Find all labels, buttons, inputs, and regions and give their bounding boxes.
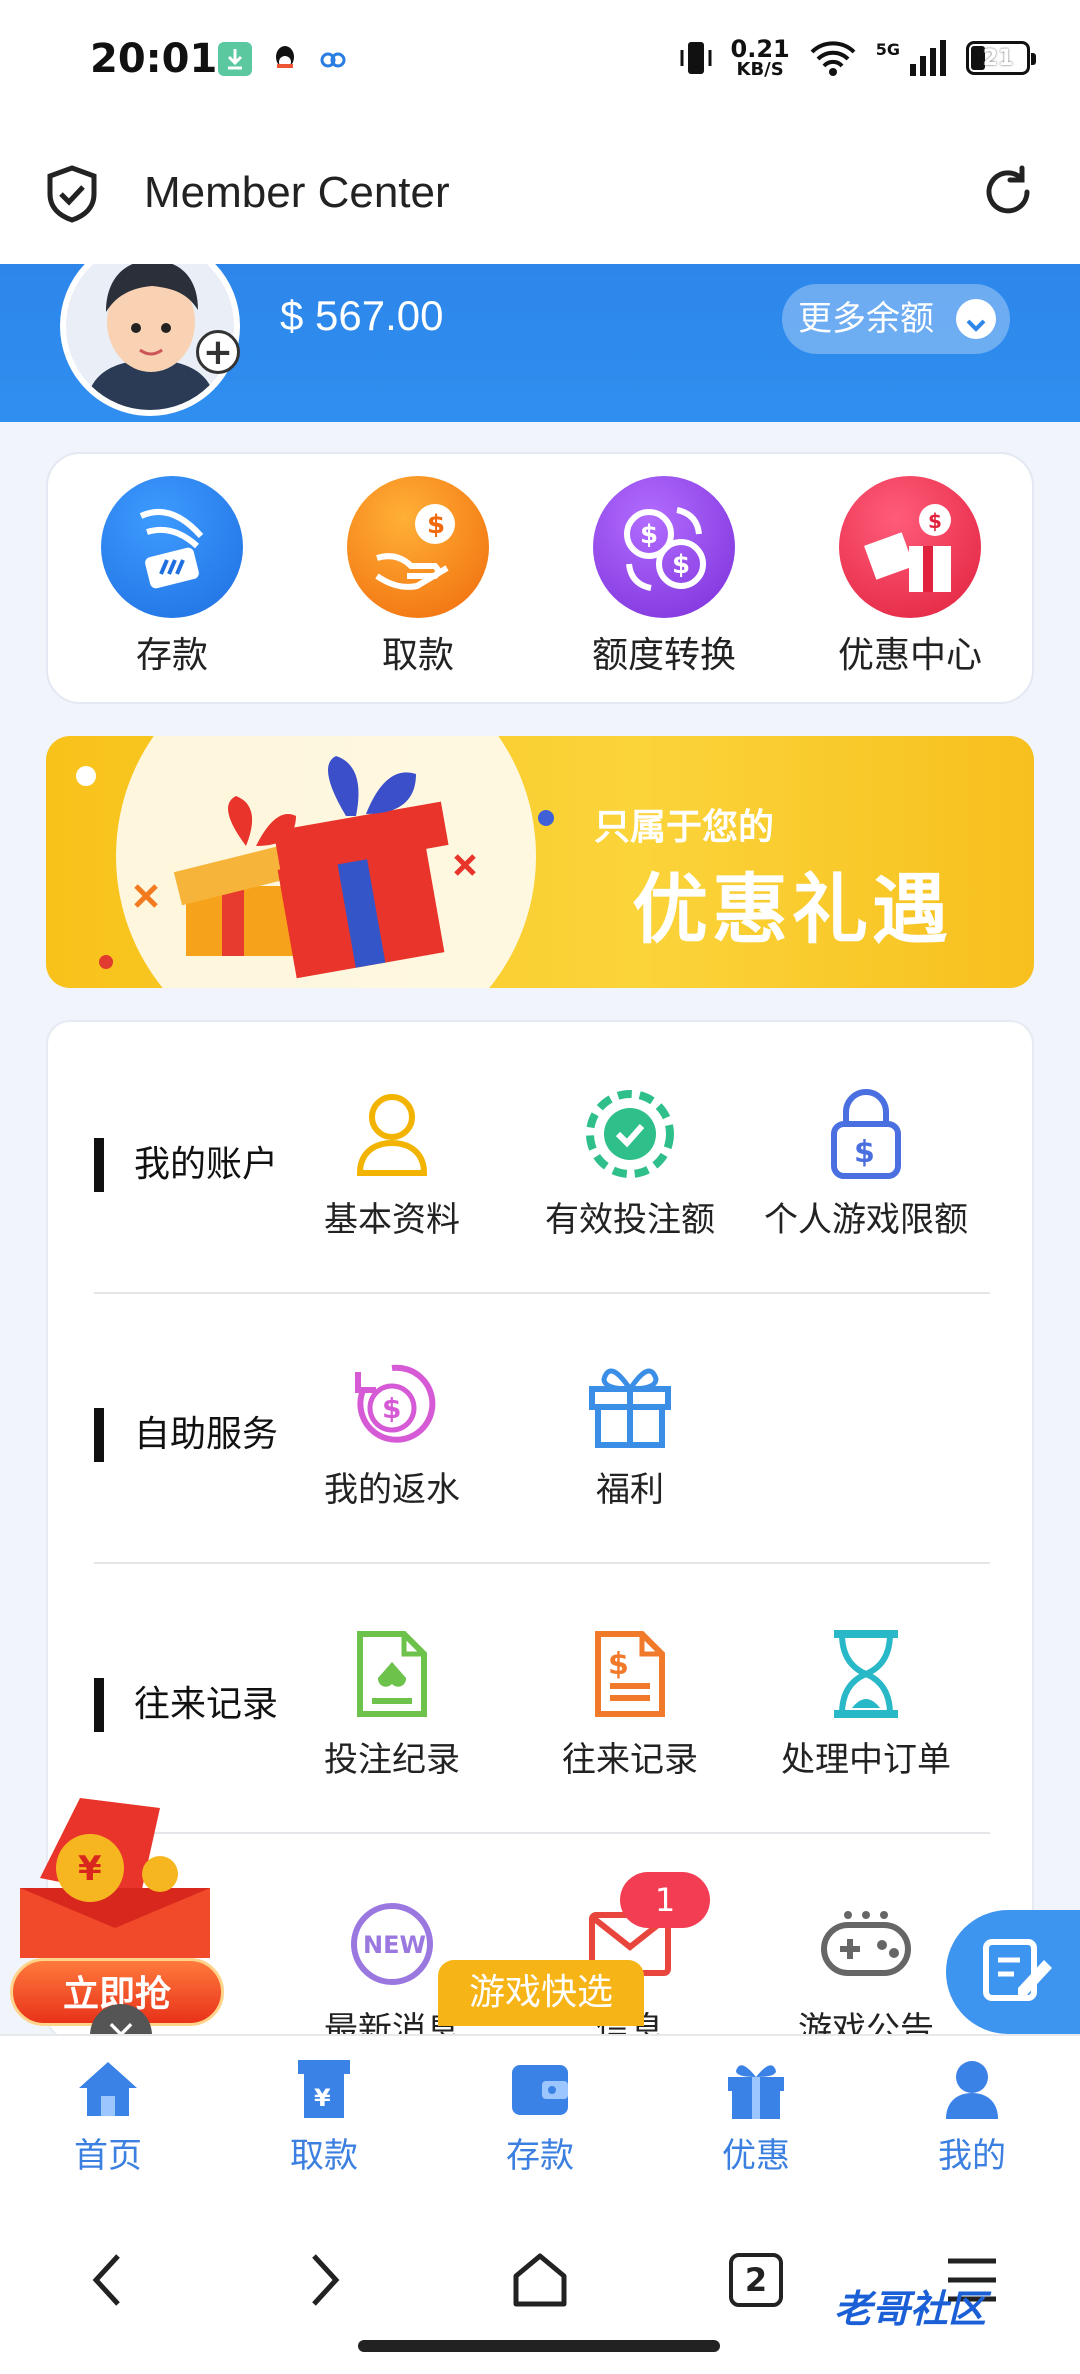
svg-text:NEW: NEW [363,1931,426,1959]
user-icon [892,2054,1052,2124]
svg-text:¥: ¥ [78,1849,102,1889]
nav-profile[interactable]: 我的 [892,2054,1052,2177]
back-button[interactable] [48,2230,168,2330]
page-title: Member Center [144,168,450,217]
section-my-account: 我的账户 基本资料 有效投注额 $ 个人游戏限额 [48,1022,1032,1292]
qq-icon [268,42,302,76]
more-balance-label: 更多余额 [798,299,934,339]
game-quick-select-button[interactable]: 游戏快选 [438,1960,644,2026]
edit-icon [983,1939,1052,2001]
gift-coin-icon: $ [839,476,981,618]
watermark-logo: 老哥社区 [834,2287,987,2331]
transfer-action[interactable]: $ $ 额度转换 [564,476,764,678]
game-limit-item[interactable]: $ 个人游戏限额 [748,1086,984,1241]
lock-dollar-icon: $ [748,1086,984,1182]
nav-home[interactable]: 首页 [28,2054,188,2177]
transaction-record-item[interactable]: $ 往来记录 [512,1626,748,1781]
withdraw-action[interactable]: $ 取款 [318,476,518,678]
status-bar: 20:01 0.21 KB/S 5G 21 [0,0,1080,120]
svg-text:$: $ [854,1135,875,1170]
svg-text:$: $ [672,550,690,580]
home-outline-icon [513,2253,567,2307]
shield-check-icon[interactable] [44,164,100,224]
chevron-right-icon [312,2254,340,2306]
gift-box-illustration [76,736,554,988]
cloud-sync-icon [316,42,350,76]
nav-deposit[interactable]: 存款 [460,2054,620,2177]
svg-text:$: $ [640,520,658,550]
banner-title: 优惠礼遇 [632,865,952,954]
unread-badge: 1 [620,1872,710,1928]
promo-banner[interactable]: 只属于您的 优惠礼遇 [46,736,1034,988]
wifi-icon [810,41,856,76]
chip-check-icon [512,1086,748,1182]
more-balance-button[interactable]: 更多余额 [782,284,1010,354]
chevron-down-icon [956,299,996,339]
tabs-button[interactable]: 2 [696,2230,816,2330]
deposit-hand-icon [101,476,243,618]
user-icon [274,1086,510,1182]
red-packet-promo[interactable]: ¥ 立即抢 × [0,1778,240,2066]
forward-button[interactable] [264,2230,384,2330]
svg-text:$: $ [608,1647,629,1682]
app-bar: Member Center [0,120,1080,264]
bottom-navigation: 首页 ¥ 取款 存款 优惠 我的 [0,2034,1080,2184]
download-icon [218,42,252,76]
section-title: 自助服务 [94,1408,278,1462]
hourglass-icon [748,1626,984,1722]
home-icon [28,2054,188,2124]
refresh-icon[interactable] [980,164,1036,220]
edit-float-button[interactable] [946,1910,1080,2034]
transfer-coins-icon: $ $ [593,476,735,618]
valid-bet-item[interactable]: 有效投注额 [512,1086,748,1241]
rebate-icon: $ [274,1356,510,1452]
bet-record-icon [274,1626,510,1722]
chevron-left-icon [92,2254,120,2306]
section-title: 我的账户 [94,1138,278,1192]
home-button[interactable] [480,2230,600,2330]
svg-text:¥: ¥ [314,2084,331,2112]
my-rebate-item[interactable]: $ 我的返水 [274,1356,510,1511]
tabs-count: 2 [729,2253,783,2307]
gift-icon [676,2054,836,2124]
gesture-bar[interactable] [358,2340,720,2352]
add-avatar-icon[interactable]: + [196,330,240,374]
wallet-icon [460,2054,620,2124]
gift-icon [512,1356,748,1452]
nav-promotions[interactable]: 优惠 [676,2054,836,2177]
pending-orders-item[interactable]: 处理中订单 [748,1626,984,1781]
svg-text:$: $ [427,510,445,540]
balance-amount: $ 567.00 [280,292,444,339]
status-time: 20:01 [90,36,218,82]
basic-info-item[interactable]: 基本资料 [274,1086,510,1241]
red-packet-icon: ¥ [20,1798,210,1958]
vibrate-icon [680,42,712,74]
network-speed: 0.21 KB/S [730,35,790,80]
account-header: + $ 567.00 更多余额 [0,264,1080,422]
withdraw-coin-icon: $ [347,476,489,618]
section-self-service: 自助服务 $ 我的返水 福利 [48,1292,1032,1562]
section-title: 往来记录 [94,1678,278,1732]
quick-actions-card: 存款 $ 取款 $ $ 额度转换 $ 优惠中心 [46,452,1034,704]
promotion-center-action[interactable]: $ 优惠中心 [810,476,1010,678]
svg-text:$: $ [382,1392,401,1425]
welfare-item[interactable]: 福利 [512,1356,748,1511]
bet-record-item[interactable]: 投注纪录 [274,1626,510,1781]
svg-text:$: $ [928,509,942,533]
nav-withdraw[interactable]: ¥ 取款 [244,2054,404,2177]
signal-icon [910,40,946,76]
deposit-action[interactable]: 存款 [72,476,272,678]
network-type: 5G [875,39,900,59]
banner-subtitle: 只属于您的 [594,807,775,848]
transaction-record-icon: $ [512,1626,748,1722]
battery-icon: 21 [966,41,1036,75]
atm-icon: ¥ [244,2054,404,2124]
